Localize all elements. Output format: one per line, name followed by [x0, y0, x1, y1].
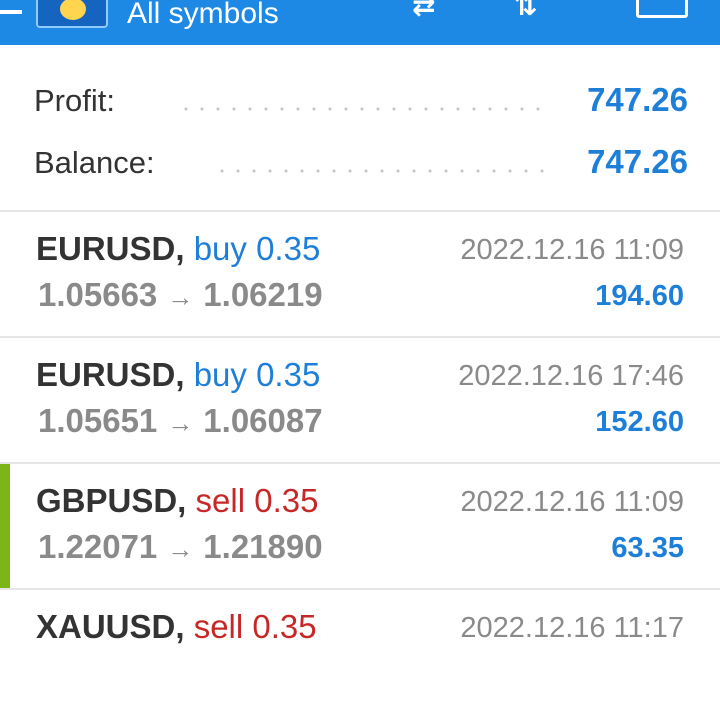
close-price: 1.21890 — [203, 528, 323, 565]
trade-row-2[interactable]: EURUSD, buy 0.35 2022.12.16 17:46 1.0565… — [0, 338, 720, 464]
trade-symbol: EURUSD, — [36, 356, 185, 393]
account-summary: Profit: 747.26 Balance: 747.26 — [0, 45, 720, 212]
top-app-bar: All symbols ⇄ ⇅ — [0, 0, 720, 45]
close-price: 1.06087 — [203, 402, 323, 439]
page-title[interactable]: All symbols — [127, 0, 279, 34]
trade-side: buy 0.35 — [193, 356, 321, 393]
trade-prices: 1.22071 → 1.21890 — [38, 528, 323, 566]
trade-side: sell 0.35 — [195, 482, 319, 519]
trade-symbol: GBPUSD, — [36, 482, 187, 519]
profit-label: Profit: — [34, 83, 115, 118]
open-price: 1.05663 — [38, 276, 158, 313]
trade-header: GBPUSD, sell 0.35 — [36, 482, 318, 520]
balance-value: 747.26 — [587, 143, 688, 180]
trade-header: XAUUSD, sell 0.35 — [36, 608, 317, 646]
trade-time: 2022.12.16 11:17 — [460, 612, 684, 644]
balance-row: Balance: 747.26 — [0, 137, 720, 187]
trade-profit: 63.35 — [611, 532, 684, 564]
app-logo — [36, 0, 108, 28]
trade-symbol: XAUUSD, — [36, 608, 185, 645]
trade-profit: 194.60 — [595, 280, 684, 312]
profit-row: Profit: 747.26 — [0, 75, 720, 125]
open-price: 1.05651 — [38, 402, 158, 439]
trade-time: 2022.12.16 17:46 — [458, 360, 684, 392]
trade-side: sell 0.35 — [193, 608, 317, 645]
sync-icon[interactable]: ⇄ — [412, 0, 435, 20]
trade-time: 2022.12.16 11:09 — [460, 486, 684, 518]
open-price: 1.22071 — [38, 528, 158, 565]
trade-row-1[interactable]: EURUSD, buy 0.35 2022.12.16 11:09 1.0566… — [0, 212, 720, 338]
trade-time: 2022.12.16 11:09 — [460, 234, 684, 266]
trade-row-3[interactable]: GBPUSD, sell 0.35 2022.12.16 11:09 1.220… — [0, 464, 720, 590]
sort-icon[interactable]: ⇅ — [514, 0, 537, 20]
dotted-leader — [214, 169, 548, 173]
close-price: 1.06219 — [203, 276, 323, 313]
menu-icon[interactable] — [0, 10, 22, 14]
arrow-right-icon: → — [167, 282, 194, 312]
profit-value: 747.26 — [587, 81, 688, 118]
trade-header: EURUSD, buy 0.35 — [36, 230, 320, 268]
trade-prices: 1.05651 → 1.06087 — [38, 402, 323, 440]
arrow-right-icon: → — [167, 408, 194, 438]
dotted-leader — [178, 107, 548, 111]
calculator-icon[interactable] — [636, 0, 688, 18]
trade-row-4[interactable]: XAUUSD, sell 0.35 2022.12.16 11:17 — [0, 590, 720, 716]
trade-symbol: EURUSD, — [36, 230, 185, 267]
balance-label: Balance: — [34, 145, 155, 180]
trade-profit: 152.60 — [595, 406, 684, 438]
trade-side: buy 0.35 — [193, 230, 321, 267]
trade-header: EURUSD, buy 0.35 — [36, 356, 320, 394]
arrow-right-icon: → — [167, 534, 194, 564]
trade-prices: 1.05663 → 1.06219 — [38, 276, 323, 314]
